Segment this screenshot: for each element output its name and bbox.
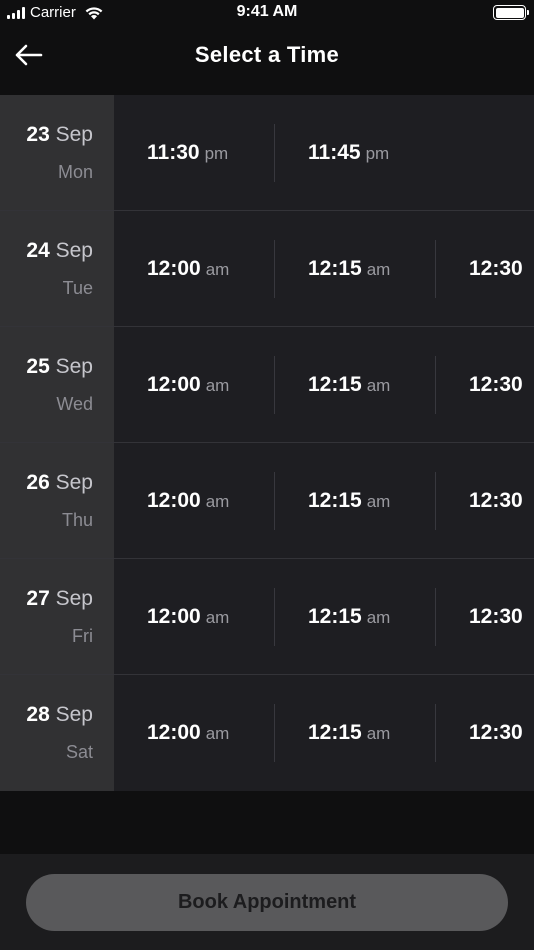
time-slot-time: 12:30 (469, 373, 523, 396)
time-slot-time: 12:00 (147, 605, 201, 628)
date-weekday: Tue (62, 278, 93, 298)
time-slot[interactable]: 12:30 (436, 211, 534, 326)
book-appointment-button[interactable]: Book Appointment (26, 874, 508, 931)
day-row: 24 Sep Tue 12:00 am 12:15 am 12:30 (0, 211, 534, 327)
screen: Carrier 9:41 AM Select a Time 23 Sep Mon 1… (0, 0, 534, 950)
day-row: 28 Sep Sat 12:00 am 12:15 am 12:30 (0, 675, 534, 791)
date-day: 27 (26, 587, 50, 610)
date-month: Sep (55, 587, 93, 610)
day-row: 26 Sep Thu 12:00 am 12:15 am 12:30 (0, 443, 534, 559)
date-label: 28 Sep (26, 703, 93, 727)
date-day: 23 (26, 123, 50, 146)
time-slot[interactable]: 12:15 am (275, 211, 436, 326)
time-slot[interactable]: 12:15 am (275, 559, 436, 674)
date-weekday: Fri (72, 626, 93, 646)
time-slot-time: 12:30 (469, 489, 523, 512)
time-slot[interactable]: 11:30 pm (114, 95, 275, 210)
time-slot-time: 11:30 (147, 141, 200, 164)
time-slot[interactable]: 12:30 (436, 675, 534, 790)
time-slot[interactable]: 12:00 am (114, 675, 275, 790)
date-day: 26 (26, 471, 50, 494)
time-slot-time: 12:15 (308, 257, 362, 280)
date-cell: 25 Sep Wed (0, 327, 114, 442)
day-row: 23 Sep Mon 11:30 pm 11:45 pm (0, 95, 534, 211)
status-bar: Carrier 9:41 AM (0, 0, 534, 28)
time-slot[interactable]: 12:30 (436, 443, 534, 558)
date-weekday: Thu (61, 510, 93, 530)
time-slot-time: 12:00 (147, 373, 201, 396)
time-slot[interactable]: 12:00 am (114, 327, 275, 442)
time-slots: 11:30 pm 11:45 pm (114, 95, 534, 210)
time-slot-time: 12:15 (308, 373, 362, 396)
time-slot[interactable]: 12:15 am (275, 443, 436, 558)
time-slot-time: 12:30 (469, 257, 523, 280)
time-slot[interactable]: 12:00 am (114, 559, 275, 674)
time-slot-period: am (366, 492, 391, 511)
date-cell: 26 Sep Thu (0, 443, 114, 558)
time-slot[interactable]: 12:00 am (114, 211, 275, 326)
time-slot-time: 12:15 (308, 605, 362, 628)
date-label: 26 Sep (26, 471, 93, 495)
time-slot-period: am (366, 376, 391, 395)
time-slot-time: 12:00 (147, 257, 201, 280)
time-slot[interactable]: 12:00 am (114, 443, 275, 558)
time-slot-period: am (205, 376, 230, 395)
time-slot-period: am (366, 724, 391, 743)
date-cell: 24 Sep Tue (0, 211, 114, 326)
date-cell: 28 Sep Sat (0, 675, 114, 791)
time-slot-time: 12:30 (469, 605, 523, 628)
time-slots: 12:00 am 12:15 am 12:30 (114, 675, 534, 791)
time-slot-period: am (205, 608, 230, 627)
time-slot-period: am (205, 492, 230, 511)
time-slot-period: am (205, 724, 230, 743)
nav-bar: Select a Time (0, 28, 534, 95)
date-label: 25 Sep (26, 355, 93, 379)
time-slot-time: 11:45 (308, 141, 361, 164)
time-slots: 12:00 am 12:15 am 12:30 (114, 211, 534, 326)
time-slot-period: pm (204, 144, 229, 163)
schedule-list[interactable]: 23 Sep Mon 11:30 pm 11:45 pm 24 Sep Tue 12:00 am 1… (0, 95, 534, 792)
time-slot[interactable]: 12:30 (436, 327, 534, 442)
time-slot[interactable]: 12:15 am (275, 675, 436, 790)
time-slot-time: 12:00 (147, 489, 201, 512)
date-month: Sep (55, 355, 93, 378)
time-slots: 12:00 am 12:15 am 12:30 (114, 327, 534, 442)
date-day: 24 (26, 239, 50, 262)
bottom-bar: Book Appointment (0, 854, 534, 950)
time-slots: 12:00 am 12:15 am 12:30 (114, 443, 534, 558)
time-slot[interactable]: 12:15 am (275, 327, 436, 442)
time-slot-time: 12:00 (147, 721, 201, 744)
date-label: 24 Sep (26, 239, 93, 263)
date-label: 27 Sep (26, 587, 93, 611)
date-weekday: Mon (57, 162, 93, 182)
time-slot-time: 12:15 (308, 489, 362, 512)
date-weekday: Sat (65, 742, 93, 762)
day-row: 25 Sep Wed 12:00 am 12:15 am 12:30 (0, 327, 534, 443)
date-day: 25 (26, 355, 50, 378)
page-title: Select a Time (194, 42, 340, 67)
date-weekday: Wed (56, 394, 93, 414)
time-slot[interactable]: 11:45 pm (275, 95, 436, 210)
date-month: Sep (55, 471, 93, 494)
date-cell: 23 Sep Mon (0, 95, 114, 210)
date-day: 28 (26, 703, 50, 726)
time-slot-period: am (366, 260, 391, 279)
day-row: 27 Sep Fri 12:00 am 12:15 am 12:30 (0, 559, 534, 675)
date-cell: 27 Sep Fri (0, 559, 114, 674)
time-slot-period: pm (365, 144, 390, 163)
time-slot[interactable]: 12:30 (436, 559, 534, 674)
time-slot-period: am (205, 260, 230, 279)
date-month: Sep (55, 703, 93, 726)
date-month: Sep (55, 239, 93, 262)
date-label: 23 Sep (26, 123, 93, 147)
time-slot-time: 12:15 (308, 721, 362, 744)
time-slot-period: am (366, 608, 391, 627)
time-slots: 12:00 am 12:15 am 12:30 (114, 559, 534, 674)
date-month: Sep (55, 123, 93, 146)
battery-icon (493, 5, 529, 20)
status-time: 9:41 AM (236, 3, 298, 20)
time-slot-time: 12:30 (469, 721, 523, 744)
